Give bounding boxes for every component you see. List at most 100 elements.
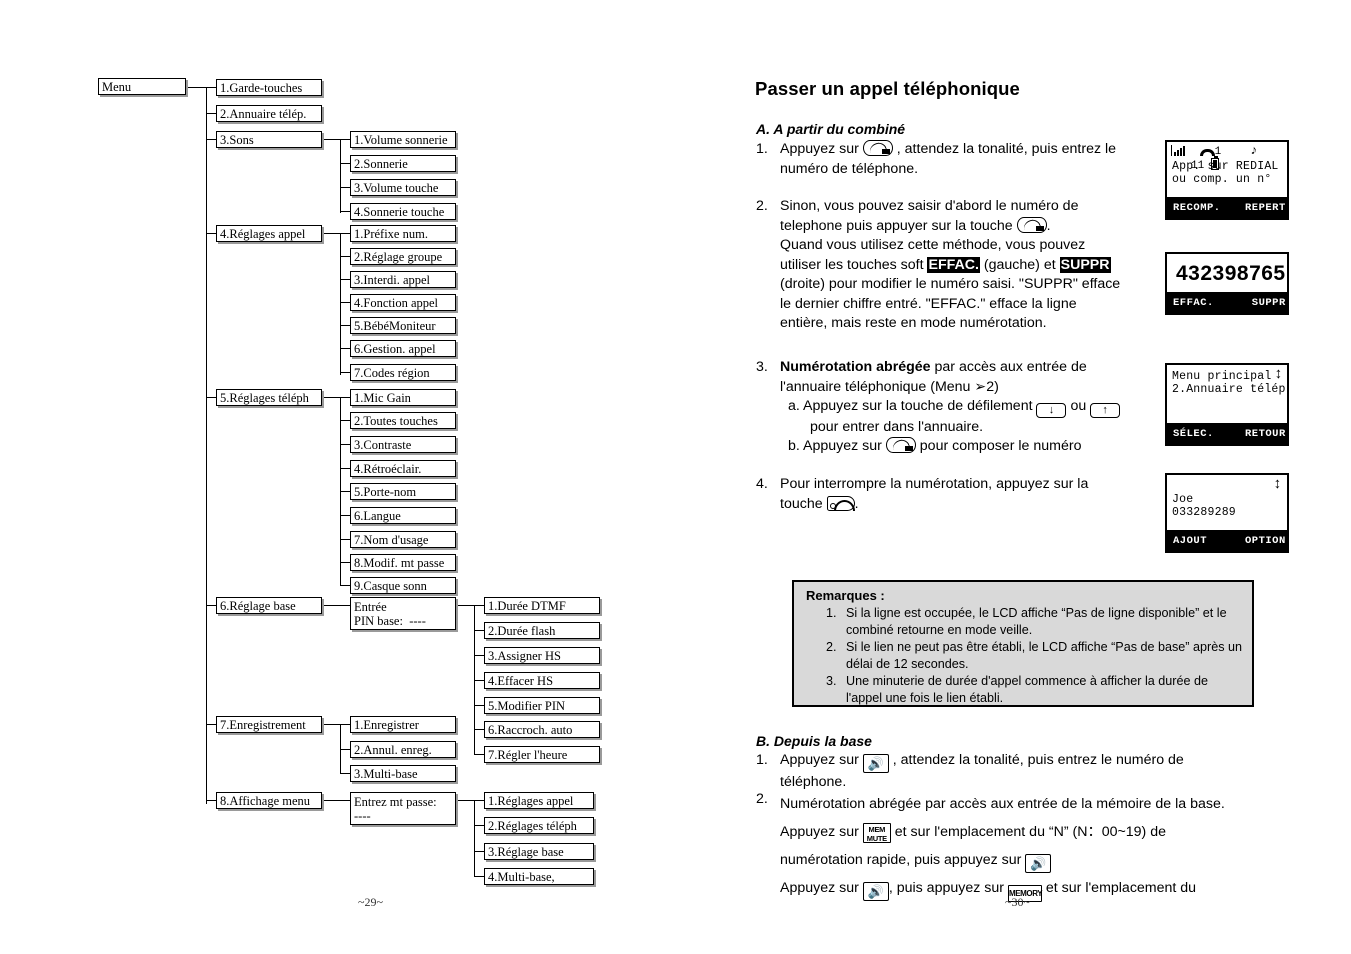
sub-a-text2: pour entrer dans l'annuaire. bbox=[810, 419, 984, 435]
connector bbox=[206, 397, 216, 398]
section-a-item2: Sinon, vous pouvez saisir d'abord le num… bbox=[780, 197, 1200, 334]
connector bbox=[474, 851, 484, 852]
softkey-left[interactable]: RECOMP. bbox=[1167, 197, 1230, 218]
connector bbox=[340, 749, 350, 750]
talk-key-icon bbox=[1016, 216, 1047, 233]
instructions-page: Passer un appel téléphonique A. A partir… bbox=[660, 0, 1351, 954]
scroll-up-key-icon: ↑ bbox=[1090, 403, 1121, 418]
item2-line4b: (gauche) et bbox=[983, 256, 1056, 273]
connector bbox=[474, 800, 484, 801]
tree-node-level2: 2.Toutes touches bbox=[350, 412, 456, 429]
connector bbox=[340, 468, 350, 469]
tree-node-level2: 4.Fonction appel bbox=[350, 294, 456, 311]
connector bbox=[206, 233, 216, 234]
remarks-box: Remarques : Si la ligne est occupée, le … bbox=[792, 580, 1254, 707]
connector bbox=[474, 729, 484, 730]
b-item2-line2b: et sur l'emplacement du “N” (N：00~19) de bbox=[894, 824, 1166, 840]
talk-key-icon bbox=[862, 140, 893, 156]
connector bbox=[474, 800, 475, 876]
connector bbox=[206, 87, 216, 88]
mem-mute-key-icon: MEM MUTE bbox=[862, 823, 891, 843]
item1-text-before: Appuyez sur bbox=[780, 141, 859, 157]
section-a-item3: Numérotation abrégée par accès aux entré… bbox=[780, 358, 1200, 397]
tree-node-level2: 1.Préfixe num. bbox=[350, 225, 456, 242]
page-number-right: ~30~ bbox=[1005, 895, 1030, 909]
item2-line2b: . bbox=[1046, 217, 1051, 234]
softkey-label-suppr: SUPPR bbox=[1059, 256, 1111, 273]
softkey-right[interactable]: SUPPR bbox=[1229, 292, 1287, 313]
section-a-item4: Pour interrompre la numérotation, appuye… bbox=[780, 475, 1200, 514]
tree-node-level3: 6.Raccroch. auto bbox=[484, 721, 600, 738]
connector bbox=[474, 605, 484, 606]
lcd-screen-phonebook-entry: Joe 033289289 ↕ AJOUT OPTION bbox=[1165, 473, 1289, 553]
sub-b-text1: Appuyez sur bbox=[803, 438, 882, 454]
connector bbox=[340, 233, 341, 375]
page-title: Passer un appel téléphonique bbox=[755, 78, 1020, 99]
speaker-key-icon: 🔊 bbox=[862, 754, 889, 773]
softkey-left[interactable]: EFFAC. bbox=[1167, 292, 1230, 313]
connector bbox=[322, 800, 350, 801]
tree-node-level1: 1.Garde-touches bbox=[216, 79, 322, 96]
item2-line2a: telephone puis appuyer sur la touche bbox=[780, 217, 1013, 234]
tree-node-gate-password: Entrez mt passe: ---- bbox=[350, 792, 456, 825]
tree-node-level3: 3.Réglage base bbox=[484, 843, 594, 860]
softkey-left[interactable]: AJOUT bbox=[1167, 530, 1230, 551]
list-marker: 4. bbox=[756, 476, 768, 492]
connector bbox=[474, 630, 484, 631]
b-item2-line1: Numérotation abrégée par accès aux entré… bbox=[780, 796, 1225, 812]
tree-node-level2: 3.Contraste bbox=[350, 436, 456, 453]
sub-a-marker: a. bbox=[788, 398, 800, 414]
tree-node-level2: 6.Gestion. appel bbox=[350, 340, 456, 357]
connector bbox=[474, 655, 484, 656]
scroll-indicator-icon: ↕ bbox=[1273, 366, 1283, 383]
connector bbox=[340, 139, 341, 213]
lcd-softkey-bar: EFFAC. SUPPR bbox=[1167, 292, 1287, 313]
softkey-right[interactable]: RETOUR bbox=[1229, 423, 1287, 444]
list-item: Si la ligne est occupée, le LCD affiche … bbox=[840, 605, 1242, 638]
handset-icon bbox=[1199, 146, 1215, 156]
scroll-indicator-icon: ↕ bbox=[1272, 476, 1282, 493]
scroll-down-key-icon: ↓ bbox=[1036, 403, 1067, 418]
item3-bold-term: Numérotation abrégée bbox=[780, 359, 931, 375]
lcd-line-1: Joe bbox=[1172, 493, 1194, 506]
connector bbox=[340, 256, 350, 257]
tree-node-level3: 5.Modifier PIN bbox=[484, 697, 600, 714]
page-number-left: ~29~ bbox=[358, 895, 383, 909]
tree-node-level3: 4.Multi-base, bbox=[484, 868, 594, 885]
lcd-line-2: ou comp. un n° bbox=[1172, 173, 1272, 186]
tree-node-level2: 2.Sonnerie bbox=[350, 155, 456, 172]
connector bbox=[206, 605, 216, 606]
sub-b-marker: b. bbox=[788, 438, 800, 454]
tree-node-level2: 7.Codes région bbox=[350, 364, 456, 381]
b-item2-line4b: , puis appuyez sur bbox=[888, 880, 1004, 896]
talk-key-icon bbox=[885, 437, 916, 453]
tree-node-level2: 8.Modif. mt passe bbox=[350, 554, 456, 571]
section-a-heading: A. A partir du combiné bbox=[756, 121, 906, 137]
connector bbox=[340, 491, 350, 492]
tree-node-level3: 7.Régler l'heure bbox=[484, 746, 600, 763]
list-marker: 1. bbox=[756, 752, 768, 768]
list-marker: 2. bbox=[756, 198, 768, 214]
tree-node-level2: 9.Casque sonn bbox=[350, 577, 456, 594]
connector bbox=[340, 302, 350, 303]
b-item1-line2: téléphone. bbox=[780, 774, 847, 790]
softkey-label-effac: EFFAC. bbox=[927, 256, 980, 273]
connector bbox=[206, 724, 216, 725]
speaker-key-icon: 🔊 bbox=[862, 882, 889, 901]
connector bbox=[340, 562, 350, 563]
section-a-item3-sub-b: b. Appuyez sur pour composer le numéro bbox=[788, 437, 1208, 457]
softkey-right[interactable]: OPTION bbox=[1229, 530, 1287, 551]
softkey-left[interactable]: SÉLEC. bbox=[1167, 423, 1230, 444]
tree-node-level3: 4.Effacer HS bbox=[484, 672, 600, 689]
softkey-right[interactable]: REPERT bbox=[1229, 197, 1287, 218]
lcd-line-2: 033289289 bbox=[1172, 506, 1236, 519]
lcd-line-2: 2.Annuaire télép. bbox=[1172, 383, 1289, 396]
b-item1-text-after: , attendez la tonalité, puis entrez le n… bbox=[892, 752, 1184, 768]
remarks-list: Si la ligne est occupée, le LCD affiche … bbox=[794, 605, 1252, 713]
tree-node-level1: 5.Réglages téléph bbox=[216, 389, 322, 406]
connector bbox=[206, 139, 216, 140]
tree-node-level2: 1.Enregistrer bbox=[350, 716, 456, 733]
connector bbox=[340, 163, 350, 164]
connector bbox=[340, 397, 350, 398]
tree-node-root: Menu bbox=[98, 78, 186, 95]
